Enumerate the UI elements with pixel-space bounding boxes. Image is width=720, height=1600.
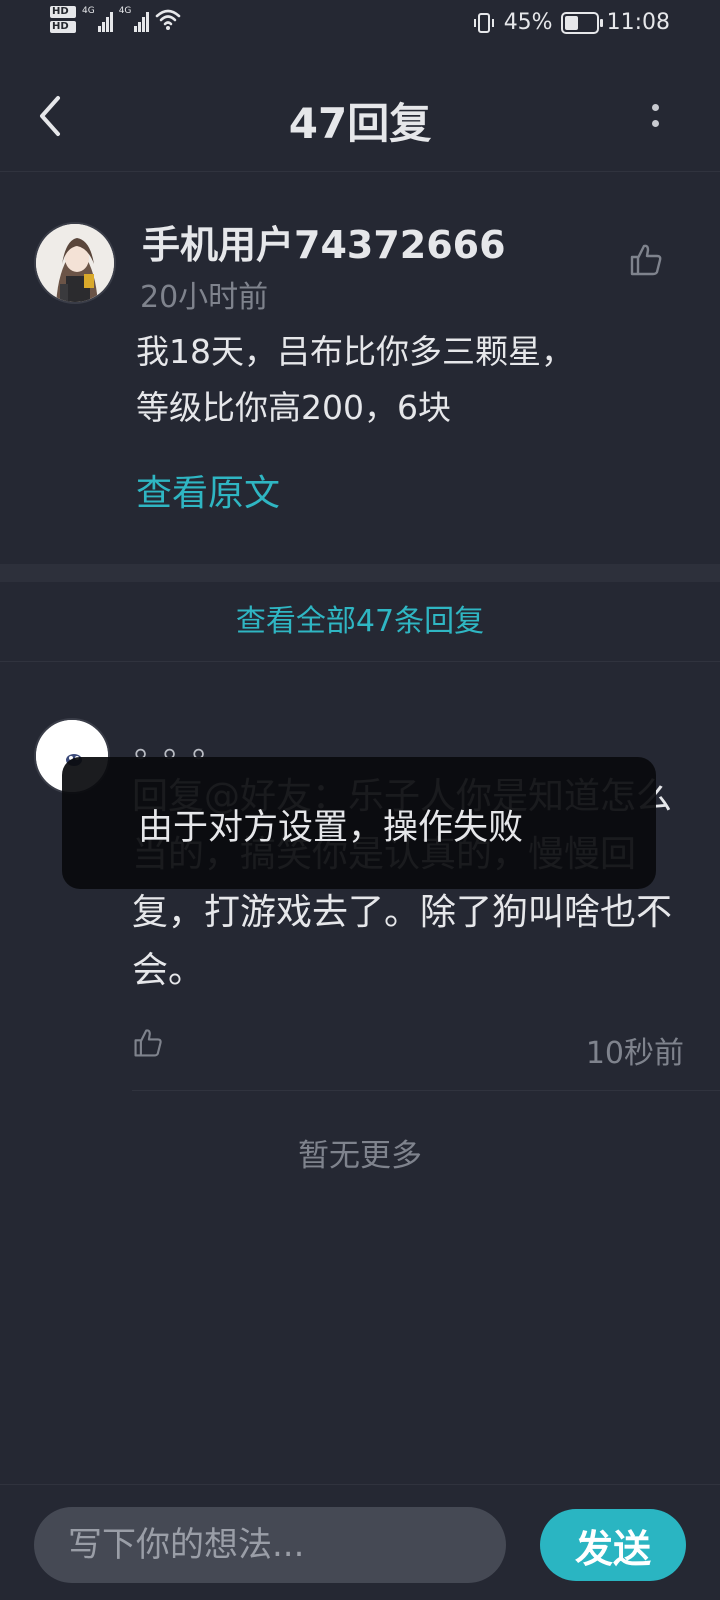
thumbs-up-icon[interactable] <box>628 242 664 278</box>
more-button[interactable] <box>640 90 670 140</box>
avatar-image <box>36 224 114 302</box>
thumbs-up-icon[interactable] <box>132 1027 164 1059</box>
more-dot <box>651 119 659 127</box>
network-type-2: 4G <box>118 6 132 16</box>
status-right: 45% 11:08 <box>472 10 670 35</box>
vibrate-icon <box>473 12 494 33</box>
clock: 11:08 <box>606 10 670 35</box>
reply-time: 10秒前 <box>585 1036 684 1071</box>
hd-indicators: HD HD <box>50 6 76 33</box>
comment-content: 我18天，吕布比你多三颗星， 等级比你高200，6块 <box>136 324 676 436</box>
more-vertical-icon <box>651 103 659 111</box>
hd-badge-2: HD <box>50 21 76 33</box>
battery-level <box>564 15 579 30</box>
signal-2-icon: 4G <box>119 6 150 32</box>
username[interactable]: 手机用户74372666 <box>142 214 506 269</box>
toast: 由于对方设置，操作失败 <box>62 757 656 889</box>
comment-line-2: 等级比你高200，6块 <box>136 388 451 427</box>
comment-line-1: 我18天，吕布比你多三颗星， <box>136 332 574 371</box>
page-title: 47回复 <box>288 99 432 148</box>
signal-1-icon: 4G <box>82 6 113 32</box>
composer-bar: 发送 <box>0 1484 720 1600</box>
status-left: HD HD 4G 4G <box>50 6 181 33</box>
view-original-link[interactable]: 查看原文 <box>136 464 280 516</box>
battery-icon <box>560 11 603 34</box>
toast-message: 由于对方设置，操作失败 <box>138 808 524 848</box>
section-divider <box>0 564 720 582</box>
status-bar: HD HD 4G 4G 45% 11:08 <box>0 0 720 50</box>
wifi-icon <box>156 9 181 30</box>
view-all-replies-link[interactable]: 查看全部47条回复 <box>0 582 720 662</box>
send-button[interactable]: 发送 <box>540 1509 686 1581</box>
hd-badge-1: HD <box>50 6 76 18</box>
header: 47回复 <box>0 60 720 172</box>
main-comment: 手机用户74372666 20小时前 我18天，吕布比你多三颗星， 等级比你高2… <box>0 172 720 564</box>
comment-input[interactable] <box>34 1507 506 1583</box>
battery-percent: 45% <box>503 10 553 35</box>
avatar[interactable] <box>34 222 116 304</box>
comment-time: 20小时前 <box>140 280 269 315</box>
no-more-label: 暂无更多 <box>298 1138 422 1174</box>
network-type-1: 4G <box>82 6 95 16</box>
reply-divider <box>132 1090 720 1091</box>
